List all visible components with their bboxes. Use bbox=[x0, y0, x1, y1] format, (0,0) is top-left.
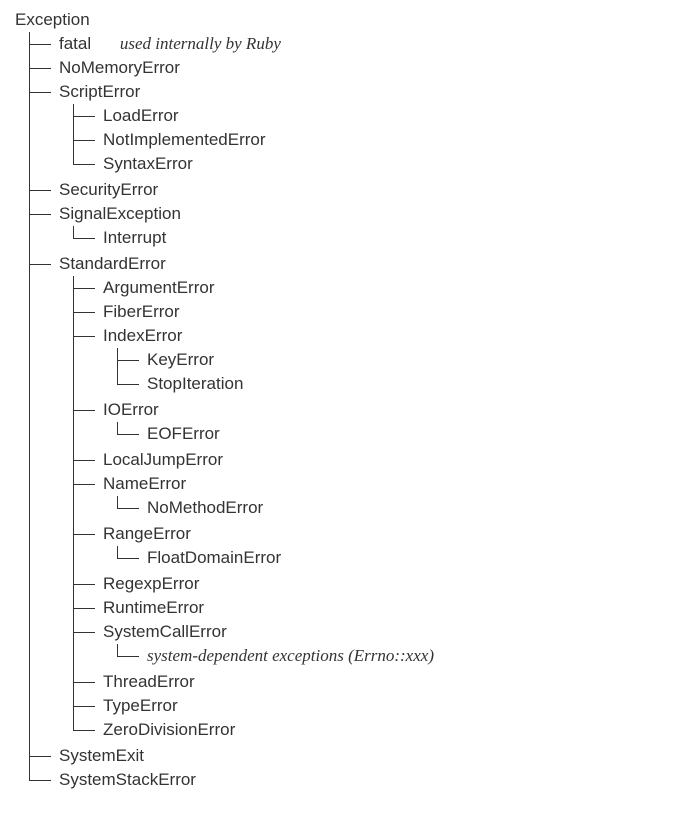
tree-node-syntaxerror: SyntaxError bbox=[103, 152, 692, 176]
tree-node-label: StopIteration bbox=[147, 374, 243, 394]
tree-node-label: system-dependent exceptions (Errno::xxx) bbox=[147, 646, 434, 666]
tree-children-rangeerror: FloatDomainError bbox=[103, 546, 692, 570]
tree-children-nameerror: NoMethodError bbox=[103, 496, 692, 520]
tree-node-fatal: fatal used internally by Ruby bbox=[59, 32, 692, 56]
tree-node-label: RuntimeError bbox=[103, 598, 204, 618]
tree-node-label: FiberError bbox=[103, 302, 180, 322]
tree-node-label: ScriptError bbox=[59, 82, 140, 102]
tree-node-label: NotImplementedError bbox=[103, 130, 266, 150]
tree-node-nameerror: NameError NoMethodError bbox=[103, 472, 692, 522]
tree-node-rangeerror: RangeError FloatDomainError bbox=[103, 522, 692, 572]
tree-root-label: Exception bbox=[15, 10, 692, 30]
tree-children-standarderror: ArgumentError FiberError IndexError KeyE… bbox=[59, 276, 692, 742]
tree-node-label: RangeError bbox=[103, 524, 191, 544]
tree-node-label: ArgumentError bbox=[103, 278, 214, 298]
tree-node-label: SyntaxError bbox=[103, 154, 193, 174]
tree-node-note: used internally by Ruby bbox=[120, 34, 281, 53]
tree-node-systemexit: SystemExit bbox=[59, 744, 692, 768]
tree-node-label: FloatDomainError bbox=[147, 548, 281, 568]
tree-node-fibererror: FiberError bbox=[103, 300, 692, 324]
exception-hierarchy-tree: Exception fatal used internally by Ruby … bbox=[15, 10, 692, 792]
tree-node-loaderror: LoadError bbox=[103, 104, 692, 128]
tree-node-label: EOFError bbox=[147, 424, 220, 444]
tree-node-typeerror: TypeError bbox=[103, 694, 692, 718]
tree-node-systemcallerror: SystemCallError system-dependent excepti… bbox=[103, 620, 692, 670]
tree-children-scripterror: LoadError NotImplementedError SyntaxErro… bbox=[59, 104, 692, 176]
tree-node-scripterror: ScriptError LoadError NotImplementedErro… bbox=[59, 80, 692, 178]
tree-node-label: Interrupt bbox=[103, 228, 166, 248]
tree-children-systemcallerror: system-dependent exceptions (Errno::xxx) bbox=[103, 644, 692, 668]
tree-node-localjumperror: LocalJumpError bbox=[103, 448, 692, 472]
tree-node-errno: system-dependent exceptions (Errno::xxx) bbox=[147, 644, 692, 668]
tree-node-nomemoryerror: NoMemoryError bbox=[59, 56, 692, 80]
tree-node-label: SecurityError bbox=[59, 180, 158, 200]
tree-node-nomethoderror: NoMethodError bbox=[147, 496, 692, 520]
tree-node-label: SignalException bbox=[59, 204, 181, 224]
tree-node-regexperror: RegexpError bbox=[103, 572, 692, 596]
tree-node-label: TypeError bbox=[103, 696, 178, 716]
tree-node-interrupt: Interrupt bbox=[103, 226, 692, 250]
tree-node-stopiteration: StopIteration bbox=[147, 372, 692, 396]
tree-node-systemstackerror: SystemStackError bbox=[59, 768, 692, 792]
tree-node-signalexception: SignalException Interrupt bbox=[59, 202, 692, 252]
tree-node-indexerror: IndexError KeyError StopIteration bbox=[103, 324, 692, 398]
tree-node-label: SystemStackError bbox=[59, 770, 196, 790]
tree-node-label: KeyError bbox=[147, 350, 214, 370]
tree-node-label: IndexError bbox=[103, 326, 182, 346]
tree-node-keyerror: KeyError bbox=[147, 348, 692, 372]
tree-node-label: SystemExit bbox=[59, 746, 144, 766]
tree-node-label: RegexpError bbox=[103, 574, 199, 594]
tree-node-label: IOError bbox=[103, 400, 159, 420]
tree-node-zerodivisionerror: ZeroDivisionError bbox=[103, 718, 692, 742]
tree-children-ioerror: EOFError bbox=[103, 422, 692, 446]
tree-children-root: fatal used internally by Ruby NoMemoryEr… bbox=[15, 32, 692, 792]
tree-node-standarderror: StandardError ArgumentError FiberError I… bbox=[59, 252, 692, 744]
tree-node-label: StandardError bbox=[59, 254, 166, 274]
tree-node-eoferror: EOFError bbox=[147, 422, 692, 446]
tree-node-label: ZeroDivisionError bbox=[103, 720, 235, 740]
tree-node-argumenterror: ArgumentError bbox=[103, 276, 692, 300]
tree-children-signalexception: Interrupt bbox=[59, 226, 692, 250]
tree-node-securityerror: SecurityError bbox=[59, 178, 692, 202]
tree-node-runtimeerror: RuntimeError bbox=[103, 596, 692, 620]
tree-node-ioerror: IOError EOFError bbox=[103, 398, 692, 448]
tree-node-label: NameError bbox=[103, 474, 186, 494]
tree-node-label: LoadError bbox=[103, 106, 179, 126]
tree-children-indexerror: KeyError StopIteration bbox=[103, 348, 692, 396]
tree-node-label: LocalJumpError bbox=[103, 450, 223, 470]
tree-node-label: SystemCallError bbox=[103, 622, 227, 642]
tree-node-label: fatal bbox=[59, 34, 91, 53]
tree-node-label: ThreadError bbox=[103, 672, 195, 692]
tree-node-label: NoMemoryError bbox=[59, 58, 180, 78]
tree-node-floatdomainerror: FloatDomainError bbox=[147, 546, 692, 570]
tree-node-label: NoMethodError bbox=[147, 498, 263, 518]
tree-node-threaderror: ThreadError bbox=[103, 670, 692, 694]
tree-node-notimplementederror: NotImplementedError bbox=[103, 128, 692, 152]
